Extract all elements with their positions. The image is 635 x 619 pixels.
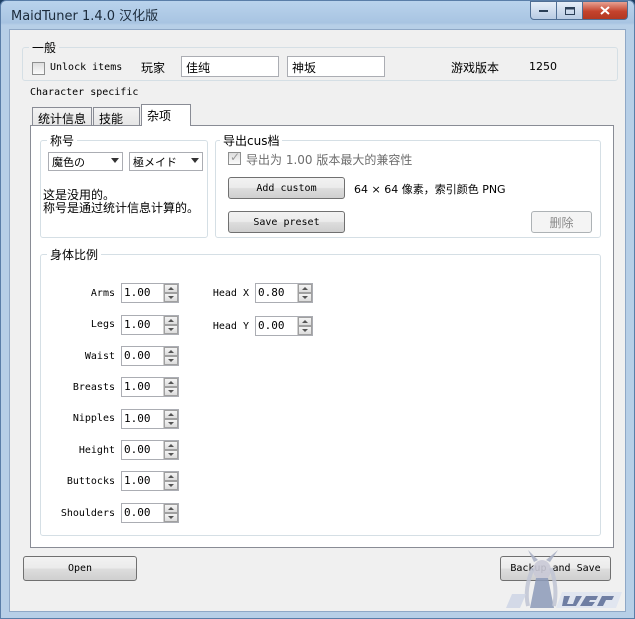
shoulders-value: 0.00 bbox=[124, 506, 151, 519]
game-version-value: 1250 bbox=[529, 60, 557, 73]
compat-export-checkbox[interactable] bbox=[228, 150, 241, 165]
head-x-value: 0.80 bbox=[258, 286, 285, 299]
export-group-label: 导出cus档 bbox=[220, 132, 283, 149]
export-group: 导出cus档 导出为 1.00 版本最大的兼容性 Add custom 64 ×… bbox=[215, 132, 601, 238]
title-note-line2: 称号是通过统计信息计算的。 bbox=[43, 201, 200, 215]
legs-spinner[interactable]: 1.00 bbox=[121, 315, 179, 335]
breasts-label: Breasts bbox=[72, 382, 115, 393]
head-x-spinner[interactable]: 0.80 bbox=[255, 283, 313, 303]
nipples-label: Nipples bbox=[72, 413, 115, 424]
arms-value: 1.00 bbox=[124, 286, 151, 299]
title-prefix-value: 魔色の bbox=[52, 156, 85, 169]
title-group: 称号 魔色の 極メイド 这是没用的。 称号是通过统计信息计算的。 bbox=[40, 132, 208, 238]
head-y-spinner[interactable]: 0.00 bbox=[255, 316, 313, 336]
spin-down-icon[interactable] bbox=[164, 356, 178, 365]
breasts-spinner[interactable]: 1.00 bbox=[121, 377, 179, 397]
character-specific-label: Character specific bbox=[30, 87, 139, 98]
general-group: 一般 Unlock items 玩家 佳纯 神坂 游戏版本 1250 bbox=[22, 39, 618, 81]
breasts-value: 1.00 bbox=[124, 380, 151, 393]
spin-up-icon[interactable] bbox=[164, 347, 178, 356]
unlock-items-checkbox[interactable] bbox=[32, 62, 45, 75]
waist-label: Waist bbox=[84, 351, 115, 362]
head-x-label: Head X bbox=[212, 288, 249, 299]
title-suffix-value: 極メイド bbox=[133, 156, 177, 169]
shoulders-label: Shoulders bbox=[60, 508, 115, 519]
legs-label: Legs bbox=[90, 319, 115, 330]
buttocks-spinner[interactable]: 1.00 bbox=[121, 471, 179, 491]
png-info-label: 64 × 64 像素，索引颜色 PNG bbox=[354, 183, 506, 196]
spin-down-icon[interactable] bbox=[164, 450, 178, 459]
maximize-icon bbox=[564, 6, 575, 15]
client-area: 一般 Unlock items 玩家 佳纯 神坂 游戏版本 1250 Chara… bbox=[9, 29, 626, 612]
spin-up-icon[interactable] bbox=[164, 441, 178, 450]
spin-down-icon[interactable] bbox=[164, 293, 178, 302]
spin-down-icon[interactable] bbox=[164, 481, 178, 490]
height-label: Height bbox=[78, 445, 115, 456]
spin-up-icon[interactable] bbox=[298, 284, 312, 293]
tab-skills[interactable]: 技能 bbox=[93, 107, 140, 127]
shoulders-spinner[interactable]: 0.00 bbox=[121, 503, 179, 523]
tab-statistics[interactable]: 统计信息 bbox=[32, 107, 92, 127]
close-icon bbox=[600, 6, 610, 15]
spin-down-icon[interactable] bbox=[298, 326, 312, 335]
title-group-label: 称号 bbox=[47, 132, 78, 149]
spin-up-icon[interactable] bbox=[164, 504, 178, 513]
spin-up-icon[interactable] bbox=[298, 317, 312, 326]
spin-up-icon[interactable] bbox=[164, 472, 178, 481]
body-proportions-group: 身体比例 Arms 1.00 Legs 1.00 Waist 0.00 Brea… bbox=[40, 246, 601, 536]
buttocks-value: 1.00 bbox=[124, 474, 151, 487]
caption-buttons bbox=[530, 1, 628, 20]
spin-up-icon[interactable] bbox=[164, 284, 178, 293]
window-title: MaidTuner 1.4.0 汉化版 bbox=[11, 9, 159, 24]
game-version-label: 游戏版本 bbox=[451, 61, 500, 75]
compat-export-label: 导出为 1.00 版本最大的兼容性 bbox=[246, 153, 413, 167]
height-value: 0.00 bbox=[124, 443, 151, 456]
spin-down-icon[interactable] bbox=[164, 419, 178, 428]
nipples-value: 1.00 bbox=[124, 412, 151, 425]
spin-up-icon[interactable] bbox=[164, 316, 178, 325]
general-group-label: 一般 bbox=[29, 39, 60, 56]
chevron-down-icon bbox=[111, 158, 119, 163]
spin-down-icon[interactable] bbox=[298, 293, 312, 302]
player-first-name-field[interactable]: 佳纯 bbox=[181, 56, 279, 77]
save-preset-button[interactable]: Save preset bbox=[228, 211, 345, 233]
head-y-value: 0.00 bbox=[258, 319, 285, 332]
chevron-down-icon bbox=[191, 158, 199, 163]
nipples-spinner[interactable]: 1.00 bbox=[121, 409, 179, 429]
player-label: 玩家 bbox=[141, 61, 166, 75]
close-button[interactable] bbox=[583, 1, 628, 20]
add-custom-button[interactable]: Add custom bbox=[228, 177, 345, 199]
player-last-name-field[interactable]: 神坂 bbox=[287, 56, 385, 77]
delete-button[interactable]: 删除 bbox=[531, 211, 592, 233]
arms-label: Arms bbox=[90, 288, 115, 299]
spin-up-icon[interactable] bbox=[164, 410, 178, 419]
waist-value: 0.00 bbox=[124, 349, 151, 362]
minimize-icon bbox=[539, 9, 548, 12]
height-spinner[interactable]: 0.00 bbox=[121, 440, 179, 460]
body-proportions-label: 身体比例 bbox=[47, 246, 102, 263]
minimize-button[interactable] bbox=[530, 1, 557, 20]
spin-down-icon[interactable] bbox=[164, 513, 178, 522]
tab-misc[interactable]: 杂项 bbox=[141, 104, 191, 126]
spin-down-icon[interactable] bbox=[164, 387, 178, 396]
maximize-button[interactable] bbox=[557, 1, 583, 20]
hsgal-watermark-logo bbox=[506, 550, 622, 608]
arms-spinner[interactable]: 1.00 bbox=[121, 283, 179, 303]
spin-up-icon[interactable] bbox=[164, 378, 178, 387]
waist-spinner[interactable]: 0.00 bbox=[121, 346, 179, 366]
buttocks-label: Buttocks bbox=[66, 476, 115, 487]
open-button[interactable]: Open bbox=[23, 556, 137, 581]
app-window: MaidTuner 1.4.0 汉化版 一般 Unlock items 玩家 佳… bbox=[0, 0, 635, 619]
title-prefix-combo[interactable]: 魔色の bbox=[48, 152, 123, 171]
spin-down-icon[interactable] bbox=[164, 325, 178, 334]
title-suffix-combo[interactable]: 極メイド bbox=[129, 152, 203, 171]
unlock-items-label: Unlock items bbox=[50, 62, 123, 73]
legs-value: 1.00 bbox=[124, 318, 151, 331]
title-bar[interactable]: MaidTuner 1.4.0 汉化版 bbox=[1, 1, 634, 25]
misc-tab-panel: 称号 魔色の 極メイド 这是没用的。 称号是通过统计信息计算的。 导出cus档 … bbox=[30, 125, 614, 548]
head-y-label: Head Y bbox=[212, 321, 249, 332]
